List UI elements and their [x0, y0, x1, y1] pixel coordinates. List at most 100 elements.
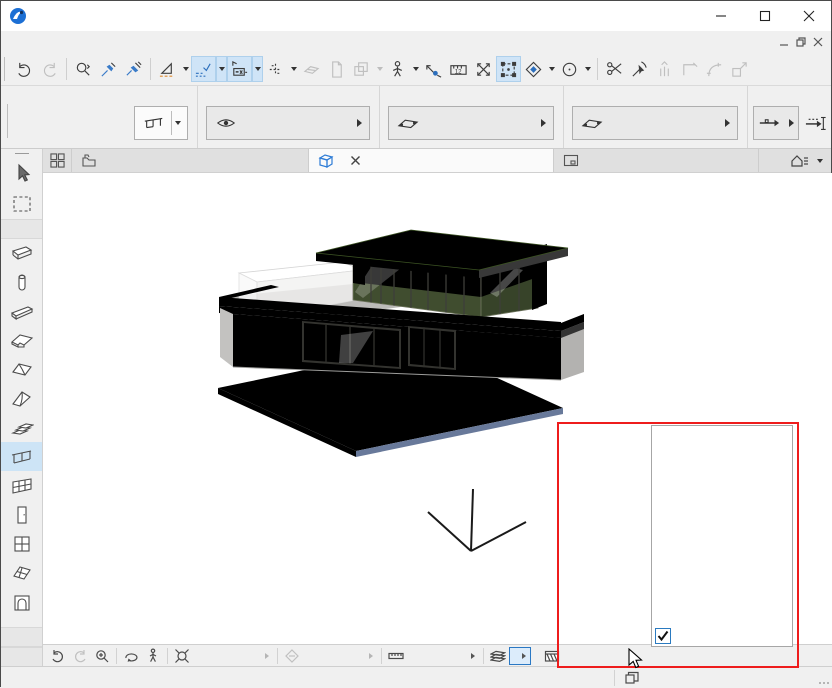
tool-shell[interactable] [1, 384, 42, 413]
tool-curtain-wall[interactable] [1, 471, 42, 500]
snap-guides-icon[interactable] [191, 56, 216, 82]
undo-icon[interactable] [12, 56, 37, 82]
tool-wall[interactable] [1, 239, 42, 268]
tool-roof[interactable] [1, 355, 42, 384]
popup-item[interactable] [652, 466, 792, 486]
pen-set-icon [281, 646, 303, 666]
tool-select-arrow[interactable] [1, 157, 42, 188]
tool-window[interactable] [1, 529, 42, 558]
dimension-icon[interactable] [421, 56, 446, 82]
tool-railing[interactable] [1, 442, 42, 471]
menu-teamwork[interactable] [109, 39, 127, 45]
quad-view-icon[interactable] [43, 149, 72, 172]
inject-parameters-icon[interactable] [121, 56, 146, 82]
popup-item[interactable] [652, 546, 792, 566]
mdi-restore-icon[interactable] [796, 37, 806, 47]
menu-pomoc[interactable] [145, 39, 163, 45]
figure-dropdown[interactable] [410, 56, 421, 82]
popup-item[interactable] [652, 486, 792, 506]
mdi-window-controls [779, 37, 831, 47]
popup-item[interactable] [652, 566, 792, 586]
refline-button[interactable] [753, 106, 799, 140]
popup-item[interactable] [652, 586, 792, 606]
fit-in-window-icon[interactable] [171, 646, 193, 666]
resize-grip[interactable] [818, 681, 830, 685]
model-filter-arrow[interactable] [633, 653, 637, 659]
railing-default-button[interactable] [134, 106, 188, 140]
snap-grid-dropdown[interactable] [288, 56, 299, 82]
popup-item[interactable] [652, 606, 792, 626]
snap-grid-icon[interactable] [263, 56, 288, 82]
menu-widok[interactable] [37, 39, 55, 45]
circle-icon[interactable] [557, 56, 582, 82]
figure-icon[interactable] [385, 56, 410, 82]
pen-options-arrow[interactable] [369, 653, 373, 659]
layout-tab-icon [563, 153, 579, 168]
tool-opening[interactable] [1, 587, 42, 616]
tab-plan[interactable] [72, 149, 309, 172]
refline-offset-icon [805, 114, 827, 132]
refline-offset-button[interactable] [805, 106, 832, 140]
menu-dokument[interactable] [73, 39, 91, 45]
navigator-dropdown-icon[interactable] [814, 153, 825, 169]
navigator-house-icon[interactable] [790, 153, 810, 169]
zoom-in-icon[interactable] [91, 646, 113, 666]
minimize-button[interactable] [699, 1, 743, 31]
guide-lines-icon[interactable] [155, 56, 180, 82]
maximize-button[interactable] [743, 1, 787, 31]
tab-3d-perspective[interactable] [309, 149, 554, 172]
toolbox-scroll-up[interactable] [1, 149, 42, 157]
toolbox [1, 149, 43, 666]
railing-default-dropdown[interactable] [172, 111, 183, 135]
guide-lines-dropdown[interactable] [180, 56, 191, 82]
close-button[interactable] [787, 1, 831, 31]
orbit-icon[interactable] [120, 646, 142, 666]
dimension-12-icon[interactable]: 12 [446, 56, 471, 82]
pickup-parameters-icon[interactable] [96, 56, 121, 82]
coordinates-icon[interactable] [227, 56, 252, 82]
coordinates-dropdown[interactable] [252, 56, 263, 82]
tool-stairs[interactable] [1, 413, 42, 442]
popup-item[interactable] [652, 446, 792, 466]
rotate-dropdown[interactable] [546, 56, 557, 82]
menu-projekt[interactable] [55, 39, 73, 45]
snap-guides-dropdown[interactable] [216, 56, 227, 82]
view-undo-icon[interactable] [47, 646, 69, 666]
popup-item-checked[interactable] [652, 626, 792, 646]
window-arrange-icon[interactable] [621, 668, 643, 688]
layer-combinations-button[interactable] [509, 647, 531, 665]
stretch-icon[interactable] [471, 56, 496, 82]
circle-dropdown[interactable] [582, 56, 593, 82]
tool-door[interactable] [1, 500, 42, 529]
tool-slab[interactable] [1, 326, 42, 355]
tool-beam[interactable] [1, 297, 42, 326]
tool-skylight[interactable] [1, 558, 42, 587]
mdi-close-icon[interactable] [813, 37, 823, 47]
menu-opcje[interactable] [91, 39, 109, 45]
layer-button[interactable] [206, 106, 370, 140]
edit-nodes-icon[interactable] [496, 56, 521, 82]
rail-link-button[interactable] [388, 106, 554, 140]
zoom-options-arrow[interactable] [265, 653, 269, 659]
split-icon[interactable] [602, 56, 627, 82]
tab-layout[interactable] [554, 149, 759, 172]
segment-link-button[interactable] [572, 106, 738, 140]
tool-column[interactable] [1, 268, 42, 297]
menu-okna[interactable] [127, 39, 145, 45]
menu-plik[interactable] [1, 39, 19, 45]
walk-icon[interactable] [142, 646, 164, 666]
rotate-icon[interactable] [521, 56, 546, 82]
find-select-icon[interactable] [71, 56, 96, 82]
menu-edycja[interactable] [19, 39, 37, 45]
scale-options-arrow[interactable] [471, 653, 475, 659]
infobox-segment-link-section [563, 86, 748, 148]
mdi-minimize-icon[interactable] [779, 37, 789, 47]
redo-icon[interactable] [37, 56, 62, 82]
tool-marquee[interactable] [1, 188, 42, 219]
popup-item[interactable] [652, 426, 792, 446]
popup-item[interactable] [652, 506, 792, 526]
popup-item[interactable] [652, 526, 792, 546]
corner-icon [677, 56, 702, 82]
tab-close-icon[interactable] [348, 154, 362, 168]
adjust-icon[interactable] [627, 56, 652, 82]
